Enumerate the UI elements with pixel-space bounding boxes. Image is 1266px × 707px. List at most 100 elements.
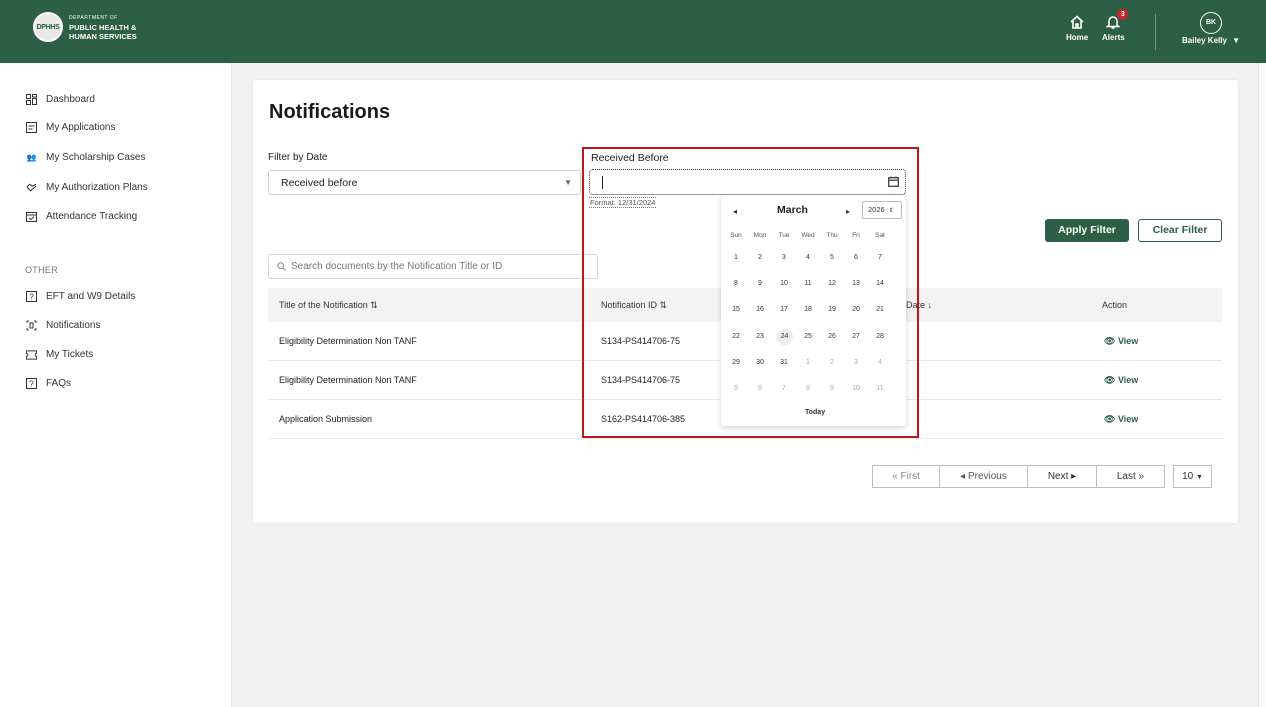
calendar-day[interactable]: 5	[823, 250, 841, 266]
calendar-day[interactable]: 11	[799, 276, 817, 292]
calendar-day[interactable]: 9	[751, 276, 769, 292]
calendar-day[interactable]: 31	[775, 355, 793, 371]
filter-date-select[interactable]: Received before ▼	[268, 170, 581, 195]
calendar-day[interactable]: 23	[751, 329, 769, 345]
alerts-label: Alerts	[1102, 33, 1125, 42]
notifications-icon	[26, 320, 37, 331]
dphhs-logo[interactable]: DPHHS DEPARTMENT OF PUBLIC HEALTH & HUMA…	[33, 12, 137, 42]
sidebar-item-scholarship-cases[interactable]: 👥 My Scholarship Cases	[26, 152, 146, 163]
alerts-button[interactable]: 3 Alerts	[1102, 9, 1129, 42]
calendar-day[interactable]: 5	[727, 381, 745, 397]
calendar-icon[interactable]	[888, 176, 899, 187]
calendar-check-icon	[26, 211, 37, 222]
pagination-first-button[interactable]: « First	[872, 465, 940, 488]
calendar-day[interactable]: 9	[823, 381, 841, 397]
calendar-day[interactable]: 8	[727, 276, 745, 292]
sidebar-item-my-tickets[interactable]: My Tickets	[26, 349, 93, 360]
calendar-day[interactable]: 22	[727, 329, 745, 345]
calendar-day[interactable]: 13	[847, 276, 865, 292]
calendar-day[interactable]: 12	[823, 276, 841, 292]
page-size-select[interactable]: 10 ▼	[1173, 465, 1212, 488]
sidebar-item-attendance-tracking[interactable]: Attendance Tracking	[26, 211, 137, 222]
user-menu[interactable]: BK Bailey Kelly ▼	[1182, 12, 1240, 45]
column-title-label: Title of the Notification	[279, 300, 368, 310]
tickets-icon	[26, 349, 37, 360]
home-button[interactable]: Home	[1066, 14, 1088, 42]
header-divider	[1155, 14, 1156, 50]
calendar-day[interactable]: 19	[823, 302, 841, 318]
calendar-day[interactable]: 29	[727, 355, 745, 371]
calendar-day[interactable]: 15	[727, 302, 745, 318]
logo-line-3: HUMAN SERVICES	[69, 31, 137, 41]
sort-icon: ⇅	[659, 300, 668, 310]
page-title: Notifications	[269, 101, 391, 123]
pagination-previous-button[interactable]: ◂ Previous	[939, 465, 1028, 488]
today-button[interactable]: Today	[805, 409, 825, 416]
sidebar-item-dashboard[interactable]: Dashboard	[26, 94, 95, 105]
calendar-day[interactable]: 3	[775, 250, 793, 266]
top-header: DPHHS DEPARTMENT OF PUBLIC HEALTH & HUMA…	[0, 0, 1266, 63]
filter-by-date-label: Filter by Date	[268, 152, 328, 163]
calendar-day[interactable]: 20	[847, 302, 865, 318]
received-before-date-input[interactable]	[589, 169, 906, 195]
calendar-day[interactable]: 21	[871, 302, 889, 318]
view-button[interactable]: 👁 View	[1104, 336, 1138, 347]
calendar-day[interactable]: 6	[847, 250, 865, 266]
search-placeholder: Search documents by the Notification Tit…	[291, 261, 503, 272]
calendar-day[interactable]: 2	[751, 250, 769, 266]
search-input[interactable]: Search documents by the Notification Tit…	[268, 254, 598, 279]
view-button[interactable]: 👁 View	[1104, 375, 1138, 386]
calendar-day[interactable]: 3	[847, 355, 865, 371]
column-header-date[interactable]: Date ↓	[906, 300, 932, 310]
calendar-day[interactable]: 1	[727, 250, 745, 266]
view-label: View	[1117, 414, 1139, 424]
sidebar-item-faqs[interactable]: ? FAQs	[26, 378, 71, 389]
calendar-day[interactable]: 30	[751, 355, 769, 371]
calendar-day[interactable]: 28	[871, 329, 889, 345]
calendar-day[interactable]: 10	[847, 381, 865, 397]
calendar-day[interactable]: 8	[799, 381, 817, 397]
sidebar-item-my-applications[interactable]: My Applications	[26, 122, 115, 133]
cell-title: Application Submission	[279, 414, 373, 424]
weekday-label: Mon	[753, 232, 767, 239]
weekday-label: Tue	[778, 232, 790, 239]
apply-filter-button[interactable]: Apply Filter	[1045, 219, 1129, 242]
scrollbar[interactable]	[1258, 63, 1266, 707]
sidebar-item-authorization-plans[interactable]: My Authorization Plans	[26, 182, 148, 193]
clear-filter-button[interactable]: Clear Filter	[1138, 219, 1222, 242]
view-button[interactable]: 👁 View	[1104, 414, 1138, 425]
calendar-day[interactable]: 14	[871, 276, 889, 292]
calendar-day[interactable]: 10	[775, 276, 793, 292]
calendar-day-today[interactable]: 24	[776, 329, 793, 345]
calendar-day[interactable]: 17	[775, 302, 793, 318]
previous-month-icon[interactable]: ◂	[733, 207, 737, 216]
calendar-day[interactable]: 11	[871, 381, 889, 397]
calendar-day[interactable]: 2	[823, 355, 841, 371]
calendar-day[interactable]: 25	[799, 329, 817, 345]
calendar-day[interactable]: 1	[799, 355, 817, 371]
calendar-day[interactable]: 27	[847, 329, 865, 345]
calendar-day[interactable]: 26	[823, 329, 841, 345]
calendar-year-select[interactable]: 2026 ⇕	[862, 201, 902, 219]
view-label: View	[1117, 375, 1139, 385]
caret-down-icon: ▼	[564, 178, 572, 187]
next-month-icon[interactable]: ▸	[846, 207, 850, 216]
sidebar-item-notifications[interactable]: Notifications	[26, 320, 100, 331]
state-seal-icon: DPHHS	[33, 12, 63, 42]
calendar-day[interactable]: 4	[871, 355, 889, 371]
calendar-day[interactable]: 16	[751, 302, 769, 318]
help-box-icon: ?	[26, 291, 37, 302]
calendar-day[interactable]: 18	[799, 302, 817, 318]
calendar-day[interactable]: 4	[799, 250, 817, 266]
calendar-day[interactable]: 6	[751, 381, 769, 397]
sidebar-item-label: My Authorization Plans	[46, 182, 148, 193]
pagination-last-button[interactable]: Last »	[1096, 465, 1165, 488]
column-header-id[interactable]: Notification ID ⇅	[601, 300, 667, 311]
logo-line-2: PUBLIC HEALTH &	[69, 22, 137, 32]
column-header-title[interactable]: Title of the Notification ⇅	[279, 300, 378, 311]
view-label: View	[1117, 336, 1139, 346]
pagination-next-button[interactable]: Next ▸	[1027, 465, 1097, 488]
calendar-day[interactable]: 7	[871, 250, 889, 266]
sidebar-item-eft-w9[interactable]: ? EFT and W9 Details	[26, 291, 135, 302]
calendar-day[interactable]: 7	[775, 381, 793, 397]
